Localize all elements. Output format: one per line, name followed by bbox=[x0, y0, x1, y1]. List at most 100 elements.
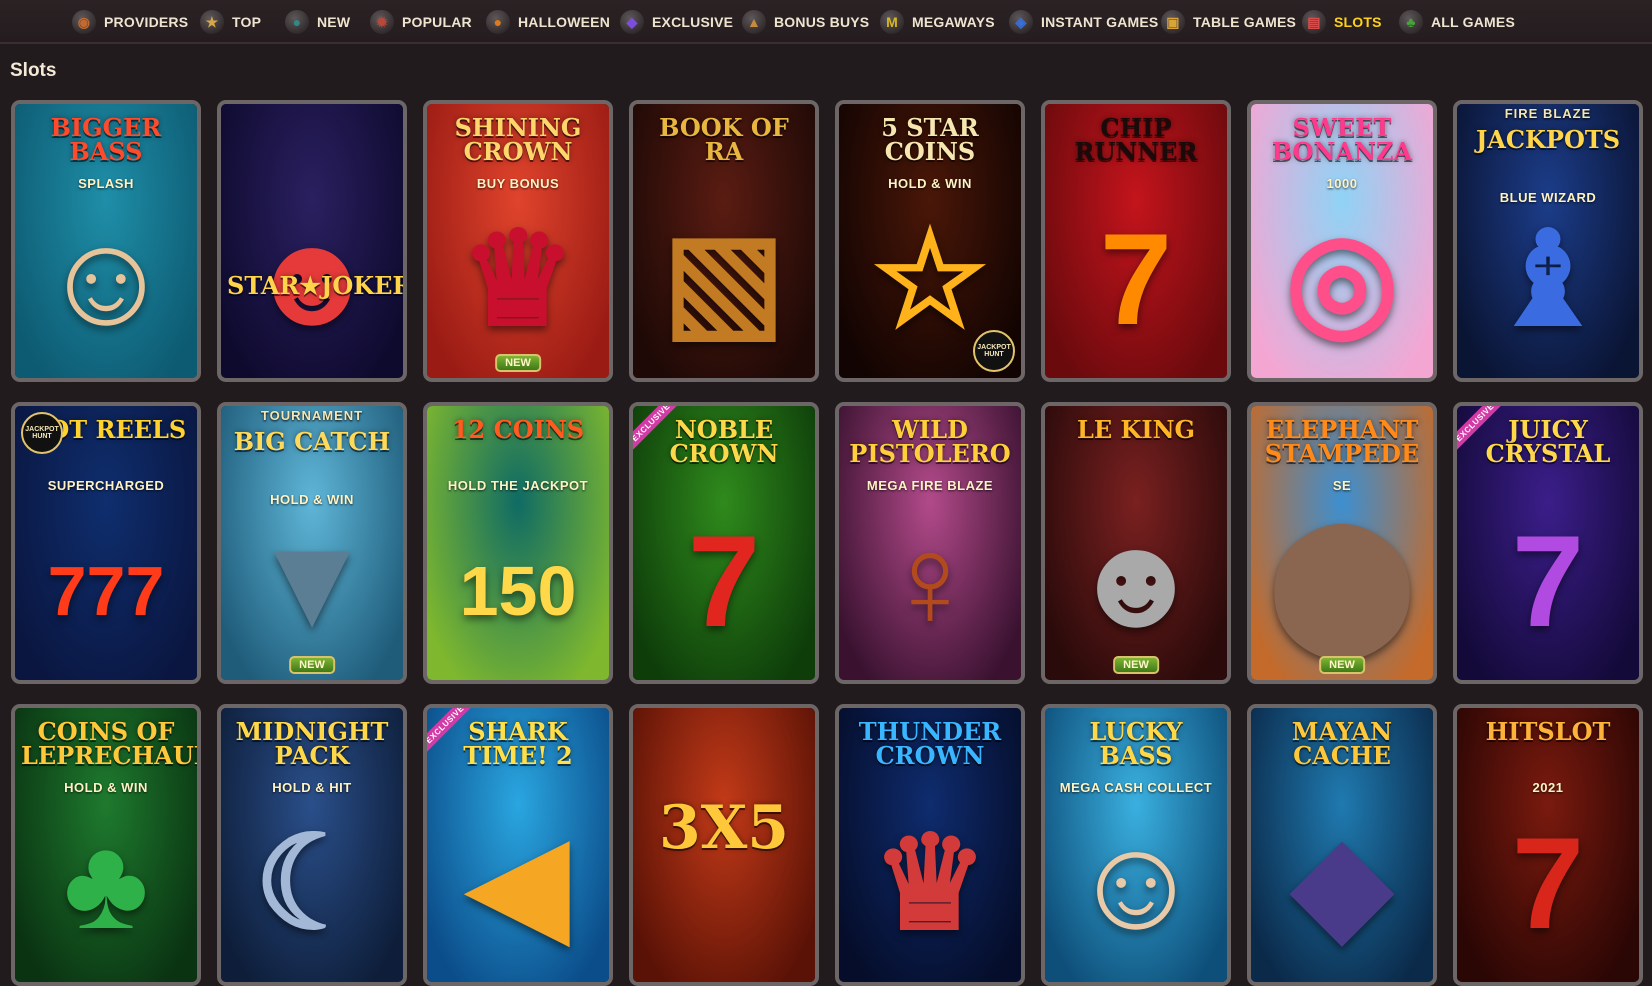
game-tile[interactable]: ☾ MIDNIGHT PACK HOLD & HIT bbox=[217, 704, 407, 986]
game-art-glyph: ⬤ bbox=[1269, 508, 1415, 654]
game-art-glyph: ♀ bbox=[881, 508, 979, 654]
nav-top[interactable]: ★ TOP bbox=[200, 6, 261, 38]
nav-popular[interactable]: ✹ POPULAR bbox=[370, 6, 472, 38]
clover-icon: ♣ bbox=[1399, 10, 1423, 34]
game-tile[interactable]: ☻ STAR★JOKER bbox=[217, 100, 407, 382]
game-art-glyph: 150 bbox=[459, 552, 577, 630]
game-tile[interactable]: ◀ SHARK TIME! 2 EXCLUSIVE bbox=[423, 704, 613, 986]
nav-label: TABLE GAMES bbox=[1193, 14, 1297, 30]
game-tile[interactable]: 7 NOBLE CROWN EXCLUSIVE bbox=[629, 402, 819, 684]
game-tile[interactable]: ♣ COINS of Leprechaun HOLD & WIN bbox=[11, 704, 201, 986]
globe-icon: ● bbox=[285, 10, 309, 34]
game-tile[interactable]: ☆ 5 STAR COINS HOLD & WIN JACKPOT HUNT bbox=[835, 100, 1025, 382]
game-art-glyph: ☻ bbox=[1067, 508, 1205, 654]
game-subtitle: HOLD & WIN bbox=[64, 780, 148, 795]
game-tile[interactable]: 777 HOT REELS SUPERCHARGED JACKPOT HUNT bbox=[11, 402, 201, 684]
game-title: WILD PISTOLERO bbox=[849, 415, 1011, 468]
nav-label: ALL GAMES bbox=[1431, 14, 1515, 30]
game-art-glyph: ☾ bbox=[253, 810, 371, 956]
game-art-glyph: ◀ bbox=[468, 810, 568, 956]
game-title: SHINING CROWN bbox=[454, 113, 582, 166]
game-subtitle: SE bbox=[1332, 478, 1352, 493]
game-art-glyph: ▧ bbox=[662, 206, 786, 352]
game-tile[interactable]: ▧ BOOK OF RA bbox=[629, 100, 819, 382]
nav-label: TOP bbox=[232, 14, 262, 30]
game-title: BIG CATCH bbox=[233, 427, 391, 456]
game-tile[interactable]: ♛ THUNDER CROWN bbox=[835, 704, 1025, 986]
game-title: LUCKY BASS bbox=[1089, 717, 1183, 770]
game-subtitle: HOLD & WIN bbox=[270, 492, 354, 507]
new-badge: NEW bbox=[1113, 656, 1159, 674]
game-tile[interactable]: TOURNAMENT ▼ BIG CATCH HOLD & WIN NEW bbox=[217, 402, 407, 684]
game-tile[interactable]: ☻ LE KING NEW bbox=[1041, 402, 1231, 684]
game-art-glyph: ♝ bbox=[1489, 206, 1607, 352]
game-tile[interactable]: 7 HITSLOT 2021 bbox=[1453, 704, 1643, 986]
new-badge: NEW bbox=[1319, 656, 1365, 674]
game-tile[interactable]: ☺ LUCKY BASS MEGA CASH COLLECT bbox=[1041, 704, 1231, 986]
nav-label: NEW bbox=[317, 14, 351, 30]
game-title: SWEET BONANZA bbox=[1271, 113, 1413, 166]
game-subtitle: HOLD & WIN bbox=[888, 176, 972, 191]
game-art-glyph: 7 bbox=[1099, 206, 1173, 352]
game-title: 12 COINS bbox=[451, 415, 585, 444]
game-art-glyph: 7 bbox=[1511, 508, 1585, 654]
nav-table-games[interactable]: ▣ TABLE GAMES bbox=[1161, 6, 1296, 38]
game-title: 5 STAR COINS bbox=[881, 113, 979, 166]
game-tile[interactable]: FIRE BLAZE ♝ JACKPOTS BLUE WIZARD bbox=[1453, 100, 1643, 382]
game-artwork bbox=[427, 406, 609, 680]
nav-halloween[interactable]: ● HALLOWEEN bbox=[486, 6, 610, 38]
section-title: Slots bbox=[10, 60, 57, 81]
game-art-glyph: ☺ bbox=[1069, 810, 1203, 956]
megaways-coin-icon: M bbox=[880, 10, 904, 34]
star-icon: ★ bbox=[200, 10, 224, 34]
game-tile[interactable]: ⬤ ELEPHANT STAMPEDE SE NEW bbox=[1247, 402, 1437, 684]
game-art-glyph: ☆ bbox=[871, 206, 989, 352]
game-art-glyph: 7 bbox=[1511, 810, 1585, 956]
nav-label: INSTANT GAMES bbox=[1041, 14, 1159, 30]
game-art-glyph: 777 bbox=[47, 552, 165, 630]
jackpot-hunt-badge: JACKPOT HUNT bbox=[21, 412, 63, 454]
nav-megaways[interactable]: M MEGAWAYS bbox=[880, 6, 995, 38]
game-subtitle: MEGA CASH COLLECT bbox=[1059, 780, 1213, 795]
nav-label: SLOTS bbox=[1334, 14, 1382, 30]
game-tile[interactable]: ◎ SWEET BONANZA 1000 bbox=[1247, 100, 1437, 382]
game-subtitle: 1000 bbox=[1326, 176, 1358, 191]
nav-all-games[interactable]: ♣ ALL GAMES bbox=[1399, 6, 1515, 38]
game-subtitle: SUPERCHARGED bbox=[47, 478, 165, 493]
game-tile[interactable]: 150 12 COINS HOLD THE JACKPOT bbox=[423, 402, 613, 684]
nav-new[interactable]: ● NEW bbox=[285, 6, 350, 38]
game-title: THUNDER CROWN bbox=[858, 717, 1002, 770]
pumpkin-icon: ● bbox=[486, 10, 510, 34]
game-art-glyph: ◎ bbox=[1285, 206, 1399, 352]
game-tile[interactable]: 7 JUICY CRYSTAL EXCLUSIVE bbox=[1453, 402, 1643, 684]
nav-slots[interactable]: ▤ SLOTS bbox=[1302, 6, 1382, 38]
game-subtitle: MEGA FIRE BLAZE bbox=[866, 478, 994, 493]
game-art-glyph: ▼ bbox=[247, 508, 377, 654]
game-title: 3X5 bbox=[658, 793, 790, 863]
game-tile[interactable]: 7 Chip Runner bbox=[1041, 100, 1231, 382]
game-title: Chip Runner bbox=[1074, 113, 1198, 166]
game-title: LE KING bbox=[1076, 415, 1196, 444]
game-tile[interactable]: ♛ SHINING CROWN BUY BONUS NEW bbox=[423, 100, 613, 382]
game-tile[interactable]: ♀ WILD PISTOLERO MEGA FIRE BLAZE bbox=[835, 402, 1025, 684]
nav-label: BONUS BUYS bbox=[774, 14, 870, 30]
game-title: ELEPHANT STAMPEDE bbox=[1264, 415, 1420, 468]
nav-exclusive[interactable]: ◆ EXCLUSIVE bbox=[620, 6, 733, 38]
rocket-icon: ✹ bbox=[370, 10, 394, 34]
game-title: STAR★JOKER bbox=[227, 271, 407, 300]
game-art-glyph: ♛ bbox=[459, 206, 577, 352]
nav-label: EXCLUSIVE bbox=[652, 14, 734, 30]
game-subtitle: 2021 bbox=[1532, 780, 1564, 795]
nav-instant-games[interactable]: ◈ INSTANT GAMES bbox=[1009, 6, 1158, 38]
game-art-glyph: 7 bbox=[687, 508, 761, 654]
nav-providers[interactable]: ◉ PROVIDERS bbox=[72, 6, 188, 38]
game-tile[interactable]: 3X5 bbox=[629, 704, 819, 986]
game-title: JUICY CRYSTAL bbox=[1485, 415, 1611, 468]
game-subtitle: BLUE WIZARD bbox=[1499, 190, 1597, 205]
game-tile[interactable]: ◆ MAYAN CACHE bbox=[1247, 704, 1437, 986]
nav-label: HALLOWEEN bbox=[518, 14, 611, 30]
nav-bonus-buys[interactable]: ▲ BONUS BUYS bbox=[742, 6, 869, 38]
game-art-glyph: ◆ bbox=[1292, 810, 1392, 956]
game-tile[interactable]: ☺ BIGGER BASS SPLASH bbox=[11, 100, 201, 382]
joystick-icon: ◈ bbox=[1009, 10, 1033, 34]
